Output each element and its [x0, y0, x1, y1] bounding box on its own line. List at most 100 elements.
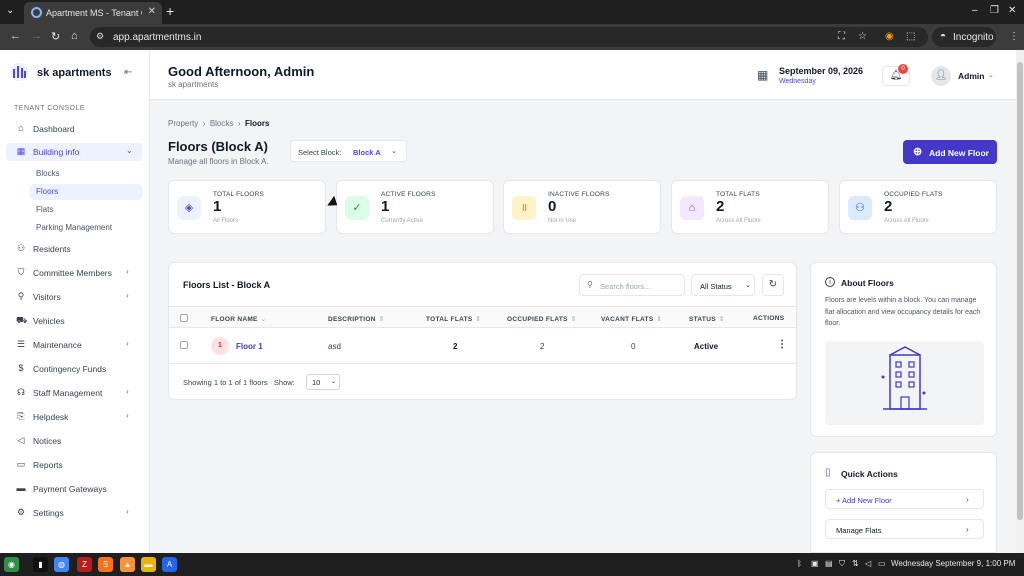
table-row[interactable]: 1 Floor 1 asd 2 2 0 Active ⋮	[169, 328, 796, 364]
address-bar[interactable]: ⚙ app.apartmentms.in ⛶ ☆	[90, 27, 928, 47]
quick-manage-flats-button[interactable]: Manage Flats ›	[825, 519, 984, 539]
page-scrollbar[interactable]	[1016, 50, 1024, 553]
network-icon[interactable]: ⇅	[852, 559, 859, 568]
about-description: Floors are levels within a block. You ca…	[825, 297, 981, 327]
greeting: Good Afternoon, Admin	[168, 64, 315, 79]
current-weekday: Wednesday	[779, 78, 816, 85]
maximize-icon[interactable]: ❐	[990, 5, 999, 16]
sidebar-subitem-blocks[interactable]: Blocks	[30, 166, 142, 182]
sidebar-item-vehicles[interactable]: ⛟ Vehicles	[6, 312, 142, 330]
document-icon: ▯	[825, 467, 831, 478]
sidebar-item-helpdesk[interactable]: ⎘ Helpdesk ›	[6, 408, 142, 426]
pagination-summary: Showing 1 to 1 of 1 floors Show:	[183, 378, 295, 387]
browser-tab[interactable]: Apartment MS - Tenant Co ✕	[24, 2, 162, 24]
column-header-vacant-flats[interactable]: VACANT FLATS ⇕	[601, 315, 662, 323]
select-all-checkbox[interactable]	[180, 314, 188, 322]
row-checkbox[interactable]	[180, 341, 188, 349]
column-header-occupied-flats[interactable]: OCCUPIED FLATS ⇕	[507, 315, 577, 323]
page-size-select[interactable]: 10 ⌄	[306, 374, 340, 390]
browser-menu-icon[interactable]: ⋮	[1009, 31, 1019, 42]
quick-action-label: Manage Flats	[836, 526, 882, 535]
row-actions-kebab-icon[interactable]: ⋮	[777, 339, 787, 350]
battery-icon[interactable]: ▭	[878, 559, 886, 568]
quick-add-new-floor-button[interactable]: + Add New Floor ›	[825, 489, 984, 509]
close-tab-icon[interactable]: ✕	[148, 6, 156, 17]
extensions-puzzle-icon[interactable]: ⬚	[906, 31, 915, 42]
volume-muted-icon[interactable]: ◁	[865, 559, 871, 568]
forward-icon[interactable]: →	[31, 30, 42, 42]
sidebar-item-dashboard[interactable]: ⌂ Dashboard	[6, 120, 142, 138]
home-icon[interactable]: ⌂	[71, 30, 78, 42]
block-select[interactable]: Select Block: Block A ⌄	[290, 140, 407, 162]
block-select-value: Block A	[353, 148, 381, 157]
sidebar-item-settings[interactable]: ⚙ Settings ›	[6, 504, 142, 522]
back-icon[interactable]: ←	[10, 30, 21, 42]
status-filter-select[interactable]: All Status ⌄	[691, 274, 755, 296]
translate-icon[interactable]: ⛶	[838, 31, 845, 42]
sidebar-subitem-parking-management[interactable]: Parking Management	[30, 220, 142, 236]
new-tab-icon[interactable]: +	[166, 3, 174, 19]
bluetooth-icon[interactable]: ᛒ	[797, 559, 802, 568]
tab-favicon-icon	[31, 7, 42, 18]
stat-label: ACTIVE FLOORS	[381, 191, 436, 198]
sublime-icon[interactable]: S	[98, 557, 113, 572]
search-input[interactable]: ⚲ Search floors...	[579, 274, 685, 296]
shield-tray-icon[interactable]: ⛉	[839, 559, 845, 569]
breadcrumb-property[interactable]: Property	[168, 119, 198, 128]
window-close-icon[interactable]: ✕	[1008, 5, 1016, 16]
sidebar-item-label: Helpdesk	[33, 412, 69, 422]
scrollbar-thumb[interactable]	[1017, 62, 1023, 520]
floor-name-link[interactable]: Floor 1	[236, 342, 263, 351]
sidebar-subitem-flats[interactable]: Flats	[30, 202, 142, 218]
stat-note: Currently Active	[381, 218, 424, 224]
sidebar-item-reports[interactable]: ▭ Reports	[6, 456, 142, 474]
sidebar-item-maintenance[interactable]: ☰ Maintenance ›	[6, 336, 142, 354]
floors-list-card: Floors List - Block A ⚲ Search floors...…	[168, 262, 797, 400]
column-header-status[interactable]: STATUS ⇕	[689, 315, 725, 323]
sidebar-subitem-floors[interactable]: Floors	[30, 184, 142, 200]
sidebar-item-payment-gateways[interactable]: ▬ Payment Gateways	[6, 480, 142, 498]
chevron-right-icon: ›	[126, 291, 129, 300]
floor-occupied-flats: 2	[540, 342, 545, 351]
stat-note: Not in Use	[548, 218, 577, 224]
breadcrumb-separator-icon: ›	[235, 119, 243, 128]
reload-icon[interactable]: ↻	[51, 30, 60, 43]
sidebar-item-building-info[interactable]: ▦ Building info ⌄	[6, 143, 142, 161]
terminal-icon[interactable]: ▮	[33, 557, 48, 572]
breadcrumb-blocks[interactable]: Blocks	[210, 119, 234, 128]
clock[interactable]: Wednesday September 9, 1:00 PM	[891, 559, 1015, 568]
start-menu-icon[interactable]: ◉	[4, 557, 19, 572]
clipboard-icon[interactable]: ▣	[811, 559, 819, 568]
column-header-floor-name[interactable]: FLOOR NAME ⌄	[211, 315, 266, 323]
avatar[interactable]: 👤︎	[931, 66, 951, 86]
add-new-floor-button[interactable]: ⊕ Add New Floor	[903, 140, 997, 164]
notes-icon[interactable]: ▤	[825, 559, 833, 568]
chrome-icon[interactable]: ◍	[54, 557, 69, 572]
extension-icon[interactable]: ◉	[885, 31, 894, 42]
bookmark-star-icon[interactable]: ☆	[858, 31, 867, 42]
sidebar-item-visitors[interactable]: ⚲ Visitors ›	[6, 288, 142, 306]
sidebar-item-residents[interactable]: ⚇ Residents	[6, 240, 142, 258]
sidebar-item-notices[interactable]: ◁ Notices	[6, 432, 142, 450]
sidebar-item-label: Dashboard	[33, 124, 75, 134]
collapse-sidebar-icon[interactable]: ⇤	[124, 67, 132, 78]
column-header-description[interactable]: DESCRIPTION ⇕	[328, 315, 384, 323]
user-name[interactable]: Admin	[958, 71, 984, 81]
file-icon: ▭	[16, 459, 26, 469]
files-icon[interactable]: ▬	[141, 557, 156, 572]
filezilla-icon[interactable]: Z	[77, 557, 92, 572]
sidebar-item-contingency-funds[interactable]: $ Contingency Funds	[6, 360, 142, 378]
refresh-button[interactable]: ↻	[762, 274, 784, 296]
sidebar-item-committee-members[interactable]: ⛉ Committee Members ›	[6, 264, 142, 282]
site-info-icon[interactable]: ⚙	[96, 31, 104, 42]
chevron-down-icon[interactable]: ⌄	[988, 71, 994, 79]
vlc-icon[interactable]: ▲	[120, 557, 135, 572]
chevron-down-icon: ⌄	[745, 282, 751, 289]
incognito-indicator[interactable]: ◓ Incognito	[932, 27, 996, 47]
tab-search-chevron-icon[interactable]: ⌄	[6, 5, 14, 16]
about-floors-card: i About Floors Floors are levels within …	[810, 262, 997, 437]
sidebar-item-staff-management[interactable]: ☊ Staff Management ›	[6, 384, 142, 402]
column-header-total-flats[interactable]: TOTAL FLATS ⇕	[426, 315, 481, 323]
app-icon[interactable]: A	[162, 557, 177, 572]
minimize-icon[interactable]: –	[972, 5, 978, 16]
